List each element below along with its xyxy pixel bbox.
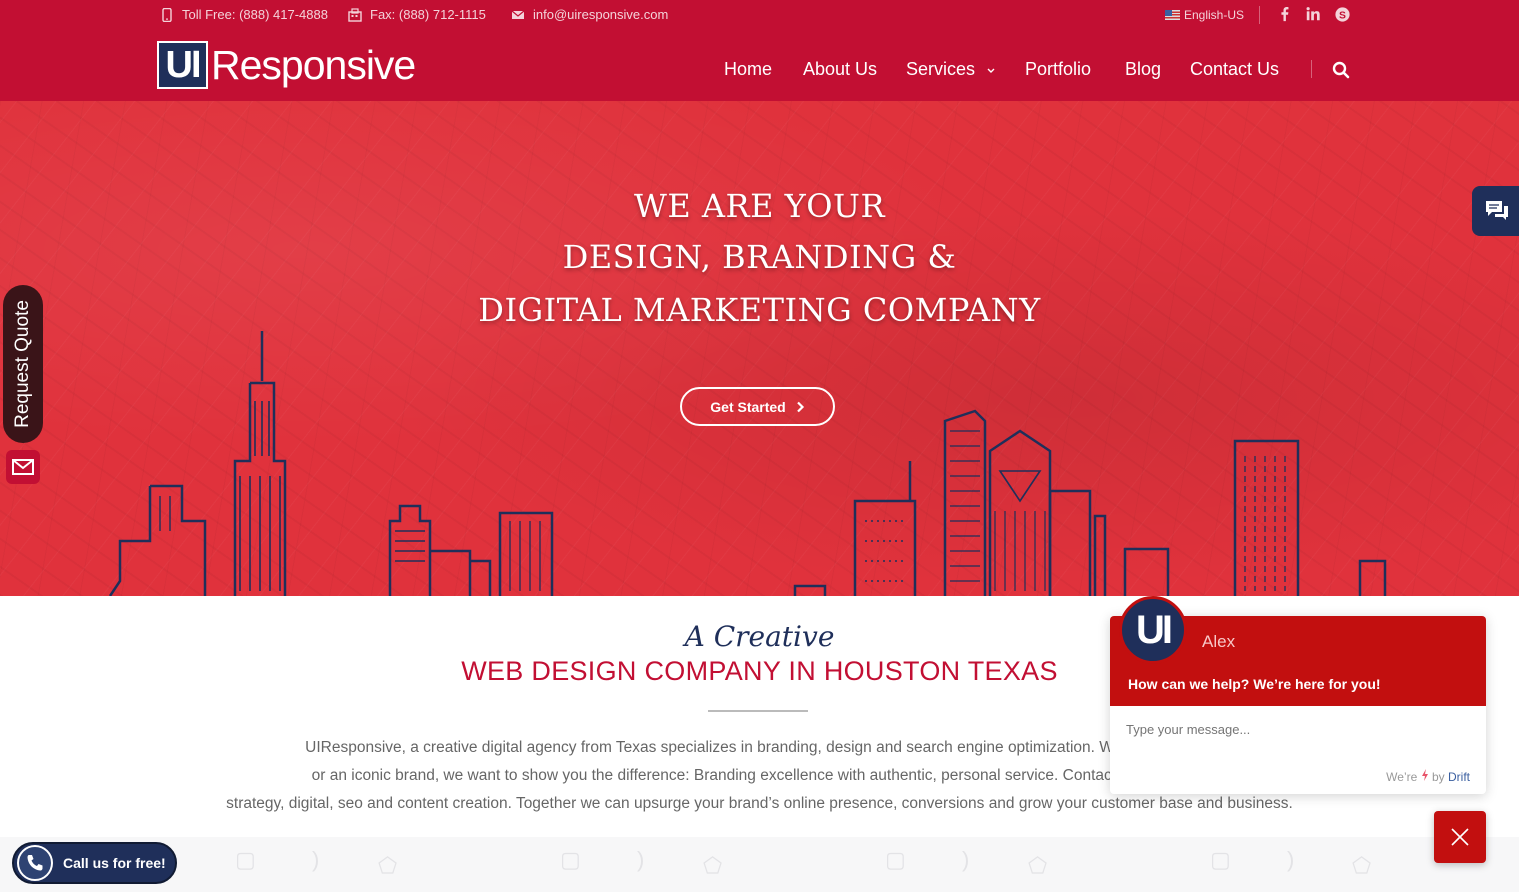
phone-handset-icon — [17, 845, 53, 881]
intro-paragraph-line: strategy, digital, seo and content creat… — [226, 795, 1293, 812]
decorative-pattern-strip: ▢ ) ⬠ ▢ ) ⬠ ▢ ) ⬠ ▢ ) ⬠ — [0, 837, 1519, 892]
arc-shape-icon: ) — [962, 847, 970, 872]
language-label: English-US — [1184, 8, 1245, 22]
chevron-right-icon — [796, 401, 804, 412]
top-bar: Toll Free: (888) 417-4888 Fax: (888) 712… — [0, 0, 1519, 30]
hero-headline-line-3: DIGITAL MARKETING COMPANY — [478, 291, 1041, 329]
arc-shape-icon: ) — [637, 847, 645, 872]
get-started-button[interactable]: Get Started — [680, 387, 835, 426]
toll-free-text: Toll Free: (888) 417-4888 — [182, 7, 328, 22]
heading-divider — [708, 710, 808, 712]
chevron-down-icon — [987, 68, 995, 73]
square-shape-icon: ▢ — [235, 847, 256, 872]
logo-wordmark: Responsive — [211, 41, 416, 88]
pentagon-shape-icon: ⬠ — [1028, 853, 1048, 878]
envelope-icon — [12, 459, 34, 475]
phone-icon — [162, 7, 172, 22]
chat-tab[interactable] — [1472, 186, 1519, 236]
nav-divider — [1311, 60, 1312, 78]
get-started-label: Get Started — [710, 398, 786, 415]
call-us-label: Call us for free! — [63, 855, 166, 871]
nav-services[interactable]: Services — [906, 59, 996, 80]
drift-chat-widget: UI Alex How can we help? We’re here for … — [1110, 596, 1486, 794]
svg-text:S: S — [1339, 10, 1346, 21]
mail-tab[interactable] — [6, 450, 40, 484]
lightning-bolt-icon — [1421, 769, 1428, 781]
fax-text: Fax: (888) 712-1115 — [370, 7, 486, 22]
logo-mark: UI — [157, 41, 208, 89]
square-shape-icon: ▢ — [560, 847, 581, 872]
request-quote-label: Request Quote — [12, 300, 33, 428]
hero-headline-line-2: DESIGN, BRANDING & — [562, 238, 957, 276]
drift-footer-prefix: We’re — [1386, 770, 1418, 784]
hero-headline-line-1: WE ARE YOUR — [633, 187, 886, 225]
pentagon-shape-icon: ⬠ — [378, 853, 398, 878]
nav-home[interactable]: Home — [724, 59, 772, 80]
linkedin-icon[interactable] — [1304, 5, 1322, 23]
drift-brand-name: Drift — [1448, 770, 1470, 784]
arc-shape-icon: ) — [1287, 847, 1295, 872]
skype-icon[interactable]: S — [1333, 5, 1351, 23]
nav-about-us[interactable]: About Us — [803, 59, 877, 80]
close-chat-button[interactable] — [1434, 811, 1486, 863]
nav-blog[interactable]: Blog — [1125, 59, 1161, 80]
fax-icon — [348, 7, 362, 22]
site-header: Toll Free: (888) 417-4888 Fax: (888) 712… — [0, 0, 1519, 101]
pentagon-shape-icon: ⬠ — [703, 853, 723, 878]
arc-shape-icon: ) — [312, 847, 320, 872]
nav-services-label: Services — [906, 59, 976, 79]
call-us-button[interactable]: Call us for free! — [12, 842, 177, 884]
square-shape-icon: ▢ — [1210, 847, 1231, 872]
drift-footer-by: by — [1431, 770, 1445, 784]
hero-banner: WE ARE YOUR DESIGN, BRANDING & DIGITAL M… — [0, 101, 1519, 596]
nav-portfolio[interactable]: Portfolio — [1025, 59, 1091, 80]
email-contact[interactable]: info@uiresponsive.com — [511, 7, 668, 22]
nav-contact-us[interactable]: Contact Us — [1190, 59, 1279, 80]
fax-contact: Fax: (888) 712-1115 — [348, 7, 486, 22]
chat-bubbles-icon — [1486, 201, 1508, 220]
chat-message-input[interactable] — [1126, 722, 1466, 737]
drift-header: UI Alex How can we help? We’re here for … — [1110, 596, 1486, 706]
topbar-divider — [1259, 6, 1260, 24]
toll-free-contact[interactable]: Toll Free: (888) 417-4888 — [160, 7, 328, 22]
pentagon-shape-icon: ⬠ — [1352, 853, 1372, 878]
agent-avatar: UI — [1119, 596, 1187, 664]
search-icon[interactable] — [1331, 60, 1351, 80]
site-logo[interactable]: UI Responsive — [157, 41, 416, 89]
us-flag-icon — [1165, 10, 1180, 20]
city-skyline-illustration — [108, 331, 1387, 596]
square-shape-icon: ▢ — [885, 847, 906, 872]
welcome-message: How can we help? We’re here for you! — [1128, 676, 1381, 692]
request-quote-tab[interactable]: Request Quote — [3, 285, 43, 443]
language-selector[interactable]: English-US — [1165, 8, 1244, 22]
envelope-icon — [511, 10, 525, 19]
agent-name: Alex — [1202, 632, 1236, 651]
drift-branding[interactable]: We’re by Drift — [1386, 769, 1470, 784]
close-icon — [1451, 828, 1469, 846]
email-text: info@uiresponsive.com — [533, 7, 669, 22]
facebook-icon[interactable] — [1276, 5, 1294, 23]
